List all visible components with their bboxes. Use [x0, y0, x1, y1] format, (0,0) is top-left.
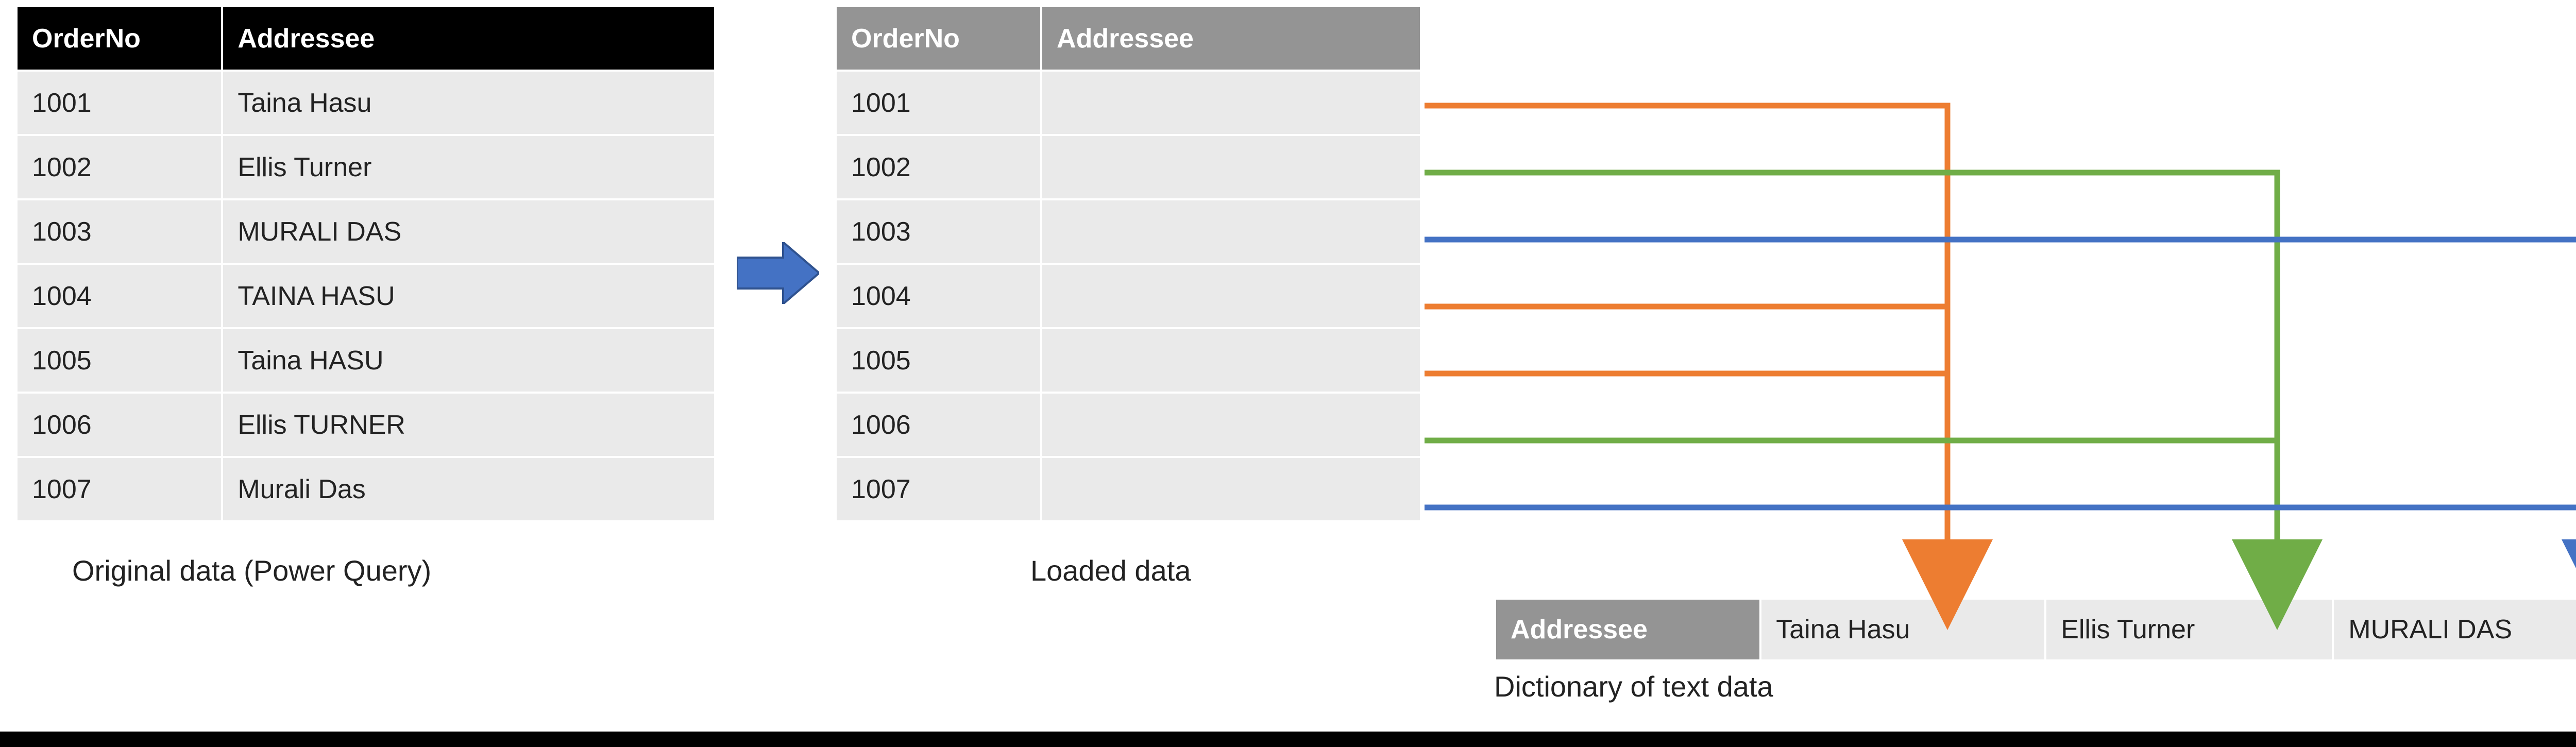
loaded-data-table: OrderNo Addressee 1001 1002 1003 1004 10… [835, 5, 1422, 522]
table-row: 1002 [836, 135, 1421, 199]
cell-orderno: 1001 [836, 71, 1041, 135]
cell-addressee: MURALI DAS [222, 199, 715, 264]
transform-arrow-icon [737, 242, 819, 304]
dictionary-caption: Dictionary of text data [1494, 670, 1773, 703]
loaded-col-addressee: Addressee [1041, 6, 1421, 71]
dict-entry-0: Taina Hasu [1760, 599, 2045, 660]
table-row: 1002Ellis Turner [16, 135, 715, 199]
cell-orderno: 1004 [836, 264, 1041, 328]
table-row: 1007 [836, 457, 1421, 521]
table-row: 1003MURALI DAS [16, 199, 715, 264]
table-row: 1004 [836, 264, 1421, 328]
cell-orderno: 1006 [16, 393, 222, 457]
loaded-col-orderno: OrderNo [836, 6, 1041, 71]
table-row: 1003 [836, 199, 1421, 264]
cell-addressee: Murali Das [222, 457, 715, 521]
table-row: 1007Murali Das [16, 457, 715, 521]
cell-addressee [1041, 135, 1421, 199]
footer-bar [0, 732, 2576, 747]
dict-header: Addressee [1495, 599, 1760, 660]
table-row: 1005 [836, 328, 1421, 393]
cell-addressee: Taina HASU [222, 328, 715, 393]
cell-orderno: 1003 [16, 199, 222, 264]
ref-arrow-1002 [1425, 173, 2277, 585]
cell-orderno: 1007 [836, 457, 1041, 521]
cell-addressee: TAINA HASU [222, 264, 715, 328]
cell-addressee [1041, 457, 1421, 521]
original-caption: Original data (Power Query) [72, 554, 431, 587]
dict-entry-2: MURALI DAS [2333, 599, 2576, 660]
cell-addressee [1041, 71, 1421, 135]
cell-orderno: 1006 [836, 393, 1041, 457]
table-row: 1001Taina Hasu [16, 71, 715, 135]
dictionary-table: Addressee Taina Hasu Ellis Turner MURALI… [1494, 598, 2576, 661]
cell-addressee: Ellis TURNER [222, 393, 715, 457]
cell-orderno: 1002 [16, 135, 222, 199]
cell-orderno: 1001 [16, 71, 222, 135]
ref-arrow-1001 [1425, 106, 1947, 585]
original-col-addressee: Addressee [222, 6, 715, 71]
cell-addressee [1041, 393, 1421, 457]
cell-orderno: 1002 [836, 135, 1041, 199]
cell-orderno: 1005 [836, 328, 1041, 393]
table-row: 1004TAINA HASU [16, 264, 715, 328]
cell-orderno: 1003 [836, 199, 1041, 264]
cell-addressee [1041, 199, 1421, 264]
cell-addressee [1041, 264, 1421, 328]
cell-orderno: 1007 [16, 457, 222, 521]
cell-addressee: Ellis Turner [222, 135, 715, 199]
loaded-caption: Loaded data [1030, 554, 1191, 587]
table-row: 1001 [836, 71, 1421, 135]
cell-orderno: 1004 [16, 264, 222, 328]
table-row: 1006Ellis TURNER [16, 393, 715, 457]
original-data-table: OrderNo Addressee 1001Taina Hasu 1002Ell… [15, 5, 716, 522]
table-row: 1006 [836, 393, 1421, 457]
dict-entry-1: Ellis Turner [2045, 599, 2333, 660]
ref-arrow-1003 [1425, 240, 2576, 585]
cell-addressee: Taina Hasu [222, 71, 715, 135]
cell-orderno: 1005 [16, 328, 222, 393]
table-row: 1005Taina HASU [16, 328, 715, 393]
cell-addressee [1041, 328, 1421, 393]
original-col-orderno: OrderNo [16, 6, 222, 71]
